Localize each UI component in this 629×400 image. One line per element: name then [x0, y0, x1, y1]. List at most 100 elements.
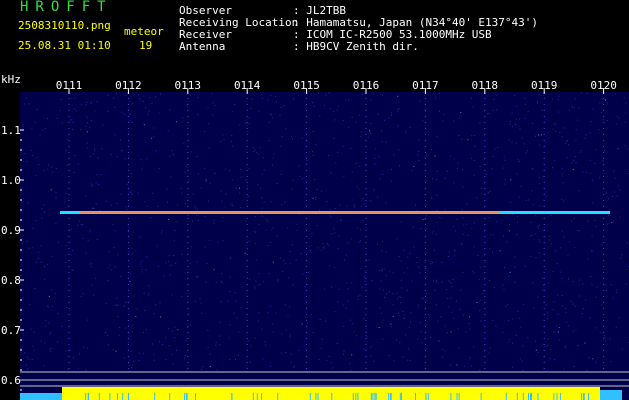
- noise-speck: [204, 246, 206, 248]
- noise-speck: [364, 280, 366, 282]
- noise-speck: [368, 259, 370, 261]
- noise-speck: [468, 316, 470, 318]
- noise-speck: [261, 207, 263, 209]
- noise-speck: [564, 142, 566, 144]
- noise-speck: [473, 272, 475, 274]
- noise-speck: [91, 185, 93, 187]
- noise-speck: [339, 204, 341, 206]
- noise-speck: [229, 276, 231, 278]
- noise-speck: [329, 215, 331, 217]
- noise-speck: [184, 203, 186, 205]
- noise-speck: [538, 134, 539, 136]
- noise-speck: [357, 295, 359, 297]
- noise-speck: [398, 107, 400, 109]
- noise-speck: [615, 93, 617, 95]
- noise-speck: [425, 153, 427, 155]
- noise-speck: [456, 219, 458, 220]
- noise-speck: [309, 250, 311, 252]
- noise-speck: [21, 243, 23, 245]
- noise-speck: [504, 267, 505, 269]
- noise-speck: [538, 176, 540, 178]
- noise-speck: [69, 309, 71, 311]
- noise-speck: [289, 334, 291, 336]
- noise-speck: [351, 117, 353, 118]
- noise-speck: [129, 272, 131, 274]
- noise-speck: [256, 259, 258, 261]
- noise-speck: [388, 354, 390, 356]
- noise-speck: [316, 188, 318, 190]
- noise-speck: [21, 201, 23, 203]
- noise-speck: [616, 291, 617, 293]
- noise-speck: [519, 128, 521, 130]
- noise-speck: [328, 155, 329, 157]
- noise-speck: [587, 220, 589, 222]
- noise-speck: [21, 263, 22, 265]
- noise-speck: [384, 268, 386, 270]
- noise-speck: [67, 368, 69, 370]
- noise-speck: [156, 245, 158, 247]
- noise-speck: [545, 304, 547, 306]
- noise-speck: [270, 241, 272, 243]
- noise-speck: [74, 154, 76, 156]
- noise-speck: [516, 234, 518, 236]
- noise-speck: [626, 242, 628, 244]
- noise-speck: [492, 319, 494, 321]
- noise-speck: [348, 99, 350, 101]
- noise-speck: [418, 150, 420, 152]
- noise-speck: [351, 199, 353, 201]
- noise-speck: [377, 196, 379, 198]
- noise-speck: [440, 316, 442, 318]
- noise-speck: [230, 204, 232, 206]
- noise-speck: [602, 160, 604, 162]
- noise-speck: [435, 279, 437, 281]
- noise-speck: [208, 147, 210, 149]
- noise-speck: [165, 262, 167, 264]
- noise-speck: [403, 317, 405, 319]
- noise-speck: [396, 292, 398, 294]
- noise-speck: [148, 285, 150, 287]
- noise-speck: [397, 110, 399, 112]
- noise-speck: [265, 344, 266, 346]
- power-bar-dip: [374, 393, 376, 400]
- noise-speck: [31, 359, 33, 361]
- noise-speck: [22, 169, 23, 171]
- noise-speck: [538, 224, 540, 226]
- noise-speck: [232, 179, 234, 181]
- noise-speck: [350, 238, 352, 240]
- noise-speck: [43, 365, 45, 367]
- power-bar-right: [600, 390, 622, 400]
- noise-speck: [143, 331, 144, 333]
- noise-speck: [466, 223, 468, 225]
- noise-speck: [483, 290, 485, 292]
- noise-speck: [448, 252, 450, 254]
- noise-speck: [87, 319, 89, 321]
- noise-speck: [281, 352, 283, 354]
- noise-speck: [289, 336, 291, 338]
- noise-speck: [285, 352, 287, 353]
- noise-speck: [34, 288, 36, 289]
- noise-speck: [153, 136, 155, 138]
- noise-speck: [334, 119, 336, 121]
- noise-speck: [26, 241, 28, 242]
- noise-speck: [364, 286, 366, 288]
- noise-speck: [249, 361, 251, 363]
- noise-speck: [555, 131, 556, 133]
- noise-speck: [171, 294, 173, 296]
- noise-speck: [162, 344, 163, 345]
- noise-speck: [471, 228, 473, 229]
- noise-speck: [374, 163, 376, 165]
- noise-speck: [618, 148, 620, 150]
- noise-speck: [69, 228, 70, 230]
- noise-speck: [254, 287, 256, 289]
- noise-speck: [279, 114, 281, 116]
- noise-speck: [346, 282, 348, 284]
- noise-speck: [33, 331, 35, 333]
- noise-speck: [524, 103, 526, 105]
- noise-speck: [61, 325, 63, 327]
- noise-speck: [418, 266, 420, 268]
- noise-speck: [358, 114, 360, 116]
- noise-speck: [133, 361, 135, 363]
- noise-speck: [519, 196, 521, 198]
- noise-speck: [148, 110, 150, 112]
- noise-speck: [350, 369, 352, 371]
